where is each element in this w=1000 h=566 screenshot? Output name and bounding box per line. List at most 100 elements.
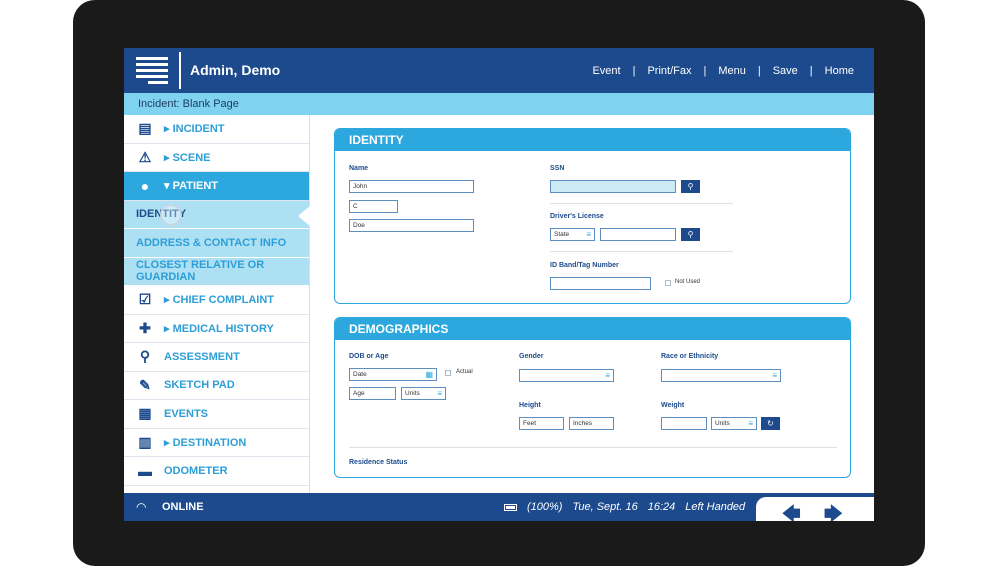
weight-units-value: Units [715, 420, 730, 427]
list-icon: ≡ [772, 371, 777, 380]
age-input[interactable]: Age [349, 387, 396, 400]
nav-print-fax[interactable]: Print/Fax [647, 65, 691, 77]
touch-indicator [160, 203, 182, 226]
dob-label: DOB or Age [349, 353, 389, 360]
feet-input[interactable]: Feet [519, 417, 564, 430]
sidebar-item-label: ODOMETER [164, 464, 228, 477]
first-name-input[interactable]: John [349, 180, 474, 193]
active-pointer [298, 205, 310, 226]
identity-panel: IDENTITY Name John C Doe SSN ⚲ Driver's … [334, 128, 851, 304]
sidebar-item-label: EVENTS [164, 407, 209, 420]
checkbox-icon: ☑ [138, 291, 152, 308]
sidebar-item-label: ▾ PATIENT [164, 180, 219, 193]
last-name-input[interactable]: Doe [349, 219, 474, 232]
nav-separator: | [757, 65, 761, 77]
medical-cross-icon: ✚ [139, 319, 151, 336]
sidebar-item-chief-complaint[interactable]: ☑ ▸ CHIEF COMPLAINT [124, 286, 309, 315]
license-number-input[interactable] [600, 228, 676, 241]
weight-input[interactable] [661, 417, 707, 430]
connection-status: ONLINE [162, 501, 204, 513]
state-select[interactable]: State ≡ [550, 228, 595, 241]
middle-initial-input[interactable]: C [349, 200, 398, 213]
top-bar: Admin, Demo Event | Print/Fax | Menu | S… [124, 48, 874, 93]
forward-arrow-icon[interactable]: 🡆 [824, 502, 843, 521]
sidebar-item-label: ▸ SCENE [164, 151, 211, 164]
name-label: Name [349, 165, 369, 172]
state-select-value: State [554, 231, 570, 238]
nav-separator: | [632, 65, 636, 77]
sidebar-item-label: ▸ MEDICAL HISTORY [164, 322, 274, 335]
sidebar-item-patient[interactable]: ● ▾ PATIENT [124, 172, 309, 201]
user-name: Admin, Demo [190, 62, 281, 78]
car-icon: ▬ [138, 462, 152, 479]
age-units-select[interactable]: Units ≡ [401, 387, 446, 400]
clipboard-icon: ▤ [138, 120, 152, 137]
ssn-label: SSN [550, 165, 565, 172]
not-used-checkbox[interactable] [665, 280, 671, 286]
list-icon: ≡ [437, 389, 442, 398]
battery-level: (100%) [527, 501, 563, 513]
date-display: Tue, Sept. 16 [572, 501, 638, 513]
sidebar-item-assessment[interactable]: ⚲ ASSESSMENT [124, 343, 309, 372]
incident-bar: Incident: Blank Page [124, 93, 874, 115]
id-band-label: ID Band/Tag Number [550, 262, 619, 269]
person-icon: ● [140, 177, 150, 194]
hospital-icon: ▥ [138, 433, 152, 450]
sidebar-item-label: ▸ INCIDENT [164, 123, 225, 136]
back-arrow-icon[interactable]: 🡄 [782, 502, 801, 521]
nav-arrows-tab: 🡄 🡆 [756, 497, 874, 521]
nav-home[interactable]: Home [825, 65, 854, 77]
nav-event[interactable]: Event [592, 65, 620, 77]
sidebar-item-sketch-pad[interactable]: ✎ SKETCH PAD [124, 372, 309, 400]
drivers-license-label: Driver's License [550, 213, 604, 220]
ssn-search-button[interactable]: ⚲ [681, 180, 700, 193]
sidebar-item-label: CLOSEST RELATIVE OR GUARDIAN [136, 259, 265, 284]
nav-save[interactable]: Save [773, 65, 798, 77]
race-select[interactable]: ≡ [661, 369, 781, 382]
sidebar-item-label: ASSESSMENT [164, 350, 240, 363]
gender-label: Gender [519, 353, 544, 360]
not-used-label: Not Used [675, 279, 701, 285]
sidebar-item-label: SKETCH PAD [164, 379, 235, 392]
license-search-button[interactable]: ⚲ [681, 228, 700, 241]
hamburger-menu-icon[interactable] [136, 57, 168, 85]
search-icon: ⚲ [687, 182, 694, 191]
actual-checkbox[interactable] [445, 370, 451, 376]
battery-icon [504, 503, 517, 511]
sidebar-item-address[interactable]: ADDRESS & CONTACT INFO [124, 229, 309, 258]
nav-menu[interactable]: Menu [718, 65, 746, 77]
demographics-title: DEMOGRAPHICS [335, 318, 850, 340]
time-display: 16:24 [647, 501, 676, 513]
weight-units-select[interactable]: Units ≡ [711, 417, 757, 430]
sidebar-item-medical-history[interactable]: ✚ ▸ MEDICAL HISTORY [124, 315, 309, 343]
refresh-icon: ↻ [767, 419, 774, 428]
device-status: (100%) Tue, Sept. 16 16:24 Left Handed [504, 501, 755, 513]
sidebar-item-identity[interactable]: IDENTITY [124, 200, 310, 229]
convert-button[interactable]: ↻ [761, 417, 780, 430]
sidebar-item-incident[interactable]: ▤ ▸ INCIDENT [124, 115, 309, 144]
divider [550, 203, 733, 204]
sidebar-item-odometer[interactable]: ▬ ODOMETER [124, 457, 309, 486]
calendar-icon: ▦ [425, 370, 433, 379]
main-content: IDENTITY Name John C Doe SSN ⚲ Driver's … [311, 115, 874, 493]
sidebar-item-scene[interactable]: ⚠ ▸ SCENE [124, 144, 309, 172]
demographics-panel: DEMOGRAPHICS DOB or Age Date ▦ Actual Age… [334, 317, 851, 478]
inches-input[interactable]: Inches [569, 417, 614, 430]
sidebar-item-events[interactable]: ▦ EVENTS [124, 400, 309, 429]
identity-title: IDENTITY [335, 129, 850, 151]
sidebar-item-closest-relative[interactable]: CLOSEST RELATIVE OR GUARDIAN [124, 257, 309, 286]
magnifier-icon: ⚲ [139, 348, 151, 365]
sidebar-item-label: ADDRESS & CONTACT INFO [136, 236, 287, 249]
age-units-value: Units [405, 390, 420, 397]
id-band-input[interactable] [550, 277, 651, 290]
date-input[interactable]: Date ▦ [349, 368, 437, 381]
wifi-icon: ◠ [136, 500, 147, 514]
sidebar-item-label: ▸ CHIEF COMPLAINT [164, 294, 275, 307]
status-bar: ◠ ONLINE (100%) Tue, Sept. 16 16:24 Left… [124, 493, 874, 521]
nav-separator: | [809, 65, 813, 77]
gender-select[interactable]: ≡ [519, 369, 614, 382]
sidebar-item-destination[interactable]: ▥ ▸ DESTINATION [124, 429, 309, 457]
ssn-input[interactable] [550, 180, 676, 193]
list-icon: ≡ [748, 419, 753, 428]
top-nav: Event | Print/Fax | Menu | Save | Home [592, 65, 854, 77]
